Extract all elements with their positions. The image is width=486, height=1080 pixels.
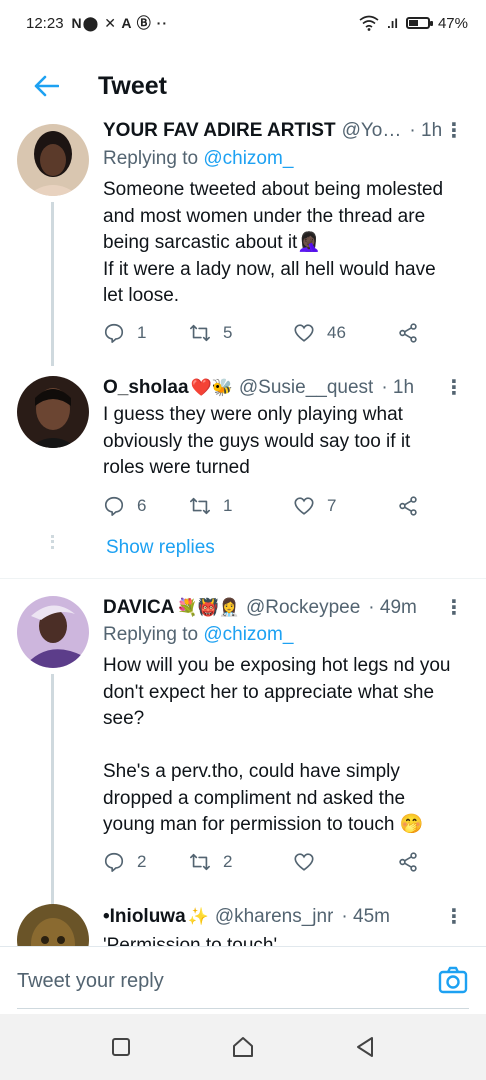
app-header: Tweet — [0, 46, 486, 126]
camera-button[interactable] — [437, 964, 469, 996]
input-underline — [17, 1008, 469, 1009]
more-icon[interactable]: ⋮ — [444, 121, 464, 141]
share-icon — [399, 323, 417, 343]
mention-link[interactable]: @chizom_ — [203, 148, 293, 169]
reply-feed[interactable]: YOUR FAV ADIRE ARTIST @Yo… · 1h ⋮ Replyi… — [0, 120, 486, 946]
mention-link[interactable]: @chizom_ — [203, 624, 293, 645]
tweet-time: · 49m — [368, 597, 417, 618]
recents-button[interactable] — [101, 1027, 141, 1067]
user-handle[interactable]: @kharens_jnr — [215, 906, 334, 928]
signal-icon: .ıl — [387, 15, 398, 31]
reply-icon — [104, 323, 124, 343]
reply-icon — [104, 852, 124, 872]
retweet-button[interactable]: 5 — [189, 322, 293, 344]
like-count: 46 — [327, 323, 346, 342]
show-replies-link[interactable]: Show replies — [106, 537, 215, 559]
thread-line — [51, 674, 54, 904]
tweet-item[interactable]: •Inioluwa ✨ @kharens_jnr · 45m ⋮ 'Permis… — [0, 904, 486, 946]
thread-line — [51, 202, 54, 366]
avatar[interactable] — [17, 596, 89, 668]
more-icon[interactable]: ⋮ — [444, 378, 464, 398]
user-handle[interactable]: @Yo… — [342, 120, 402, 142]
battery-percent: 47% — [437, 14, 468, 32]
battery-icon — [405, 17, 433, 29]
name-emojis: 💐👹👩‍⚕️ — [176, 598, 240, 617]
like-button[interactable] — [293, 851, 397, 873]
share-button[interactable] — [397, 851, 419, 873]
share-button[interactable] — [397, 322, 419, 344]
retweet-button[interactable]: 1 — [189, 495, 293, 517]
retweet-button[interactable]: 2 — [189, 851, 293, 873]
avatar[interactable] — [17, 904, 89, 946]
back-triangle-icon — [357, 1037, 373, 1057]
like-button[interactable]: 46 — [293, 322, 397, 344]
retweet-icon — [190, 497, 210, 515]
name-emojis: ✨ — [187, 907, 209, 926]
tweet-text: How will you be exposing hot legs nd you… — [103, 655, 451, 835]
thread-dots — [51, 535, 54, 549]
tweet-time: · 45m — [341, 906, 390, 927]
more-icon[interactable]: ⋮ — [444, 907, 464, 927]
reply-count: 1 — [137, 323, 147, 342]
user-handle[interactable]: @Rockeypee — [246, 597, 360, 619]
replying-label: Replying to — [103, 624, 204, 645]
notification-icons: N⬤ ✕ A Ⓑ ·· — [71, 15, 169, 31]
battery-fill — [408, 20, 419, 26]
replying-to: Replying to @chizom_ — [103, 148, 293, 170]
tweet-item[interactable]: O_sholaa ❤️🐝 @Susie__quest · 1h ⋮ I gues… — [0, 370, 486, 575]
tweet-time: · 1h — [409, 120, 443, 141]
tweet-text: Someone tweeted about being molested and… — [103, 179, 444, 306]
share-icon — [399, 852, 417, 872]
system-back-button[interactable] — [345, 1027, 385, 1067]
display-name[interactable]: •Inioluwa — [103, 906, 186, 928]
retweet-icon — [190, 324, 210, 342]
reply-count: 2 — [137, 852, 147, 871]
avatar[interactable] — [17, 124, 89, 196]
reply-count: 6 — [137, 496, 147, 515]
reply-input[interactable] — [17, 947, 397, 1015]
divider — [0, 578, 486, 579]
status-bar: 12:23 N⬤ ✕ A Ⓑ ·· .ıl 47% — [0, 0, 486, 46]
reply-button[interactable]: 6 — [103, 495, 189, 517]
home-button[interactable] — [223, 1027, 263, 1067]
user-handle[interactable]: @Susie__quest — [239, 377, 373, 399]
back-arrow-icon — [34, 75, 59, 97]
like-button[interactable]: 7 — [293, 495, 397, 517]
share-button[interactable] — [397, 495, 419, 517]
back-button[interactable] — [14, 56, 78, 116]
replying-label: Replying to — [103, 148, 204, 169]
retweet-count: 2 — [223, 852, 233, 871]
like-count: 7 — [327, 496, 337, 515]
retweet-icon — [190, 853, 210, 871]
home-icon — [233, 1037, 253, 1057]
retweet-count: 5 — [223, 323, 233, 342]
wifi-icon — [359, 15, 379, 31]
tweet-item[interactable]: DAVICA 💐👹👩‍⚕️ @Rockeypee · 49m ⋮ Replyin… — [0, 590, 486, 904]
page-title: Tweet — [98, 71, 167, 100]
system-nav-bar — [0, 1014, 486, 1080]
display-name[interactable]: DAVICA — [103, 597, 174, 619]
recents-icon — [112, 1038, 130, 1056]
retweet-count: 1 — [223, 496, 233, 515]
camera-icon — [438, 966, 468, 994]
tweet-text: I guess they were only playing what obvi… — [103, 404, 411, 478]
more-icon[interactable]: ⋮ — [444, 598, 464, 618]
display-name[interactable]: O_sholaa — [103, 377, 189, 399]
tweet-item[interactable]: YOUR FAV ADIRE ARTIST @Yo… · 1h ⋮ Replyi… — [0, 120, 486, 366]
tweet-time: · 1h — [381, 377, 415, 398]
display-name[interactable]: YOUR FAV ADIRE ARTIST — [103, 120, 336, 142]
like-icon — [294, 497, 314, 515]
reply-button[interactable]: 2 — [103, 851, 189, 873]
replying-to: Replying to @chizom_ — [103, 624, 293, 646]
reply-composer — [0, 946, 486, 1015]
status-time: 12:23 — [26, 14, 64, 32]
like-icon — [294, 853, 314, 871]
name-emojis: ❤️🐝 — [190, 378, 233, 397]
avatar[interactable] — [17, 376, 89, 448]
tweet-text: 'Permission to touch' — [103, 935, 278, 946]
reply-button[interactable]: 1 — [103, 322, 189, 344]
share-icon — [399, 496, 417, 516]
like-icon — [294, 324, 314, 342]
reply-icon — [104, 496, 124, 516]
